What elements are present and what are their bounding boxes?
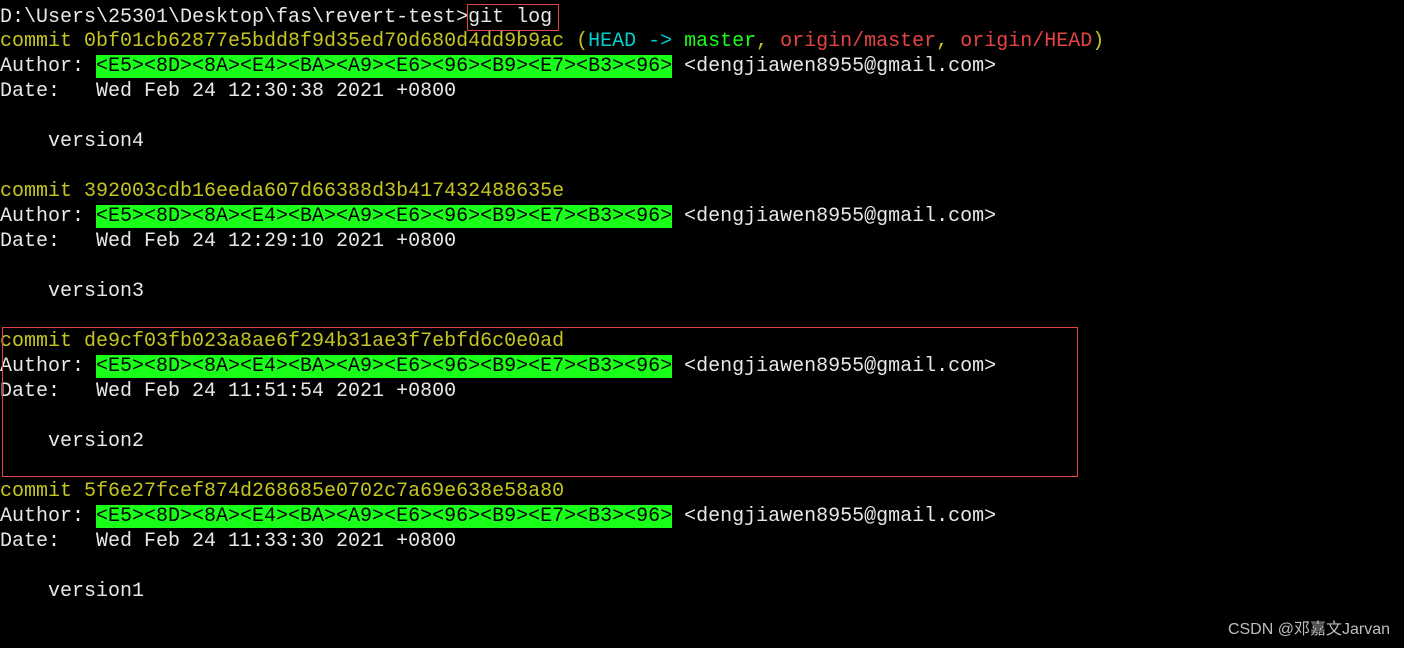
author-label: Author: [0, 505, 96, 528]
command-text: git log [468, 6, 552, 29]
refs-close: ) [1092, 30, 1104, 53]
blank-line [0, 254, 1404, 279]
author-label: Author: [0, 205, 96, 228]
commit-hash: de9cf03fb023a8ae6f294b31ae3f7ebfd6c0e0ad [84, 330, 564, 353]
blank-line [0, 104, 1404, 129]
refs-open: ( [564, 30, 588, 53]
commit-message: version4 [48, 130, 144, 153]
prompt-line: D:\Users\25301\Desktop\fas\revert-test>g… [0, 4, 1404, 29]
commit-line: commit 0bf01cb62877e5bdd8f9d35ed70d680d4… [0, 29, 1404, 54]
commit-label: commit [0, 180, 84, 203]
ref-origin-master: origin/master [780, 30, 936, 53]
blank-line [0, 454, 1404, 479]
commit-hash: 0bf01cb62877e5bdd8f9d35ed70d680d4dd9b9ac [84, 30, 564, 53]
author-line: Author: <E5><8D><8A><E4><BA><A9><E6><96>… [0, 354, 1404, 379]
date-line: Date: Wed Feb 24 11:33:30 2021 +0800 [0, 529, 1404, 554]
commit-date: Wed Feb 24 12:30:38 2021 +0800 [96, 80, 456, 103]
commit-hash: 5f6e27fcef874d268685e0702c7a69e638e58a80 [84, 480, 564, 503]
commit-line: commit 5f6e27fcef874d268685e0702c7a69e63… [0, 479, 1404, 504]
commit-date: Wed Feb 24 11:51:54 2021 +0800 [96, 380, 456, 403]
commit-hash: 392003cdb16eeda607d66388d3b417432488635e [84, 180, 564, 203]
commit-date: Wed Feb 24 12:29:10 2021 +0800 [96, 230, 456, 253]
commit-date: Wed Feb 24 11:33:30 2021 +0800 [96, 530, 456, 553]
commit-message-line: version4 [0, 129, 1404, 154]
date-label: Date: [0, 530, 96, 553]
author-email: <dengjiawen8955@gmail.com> [672, 505, 996, 528]
date-line: Date: Wed Feb 24 11:51:54 2021 +0800 [0, 379, 1404, 404]
author-label: Author: [0, 355, 96, 378]
commit-label: commit [0, 480, 84, 503]
commit-message-line: version3 [0, 279, 1404, 304]
author-encoded: <E5><8D><8A><E4><BA><A9><E6><96><B9><E7>… [96, 355, 672, 378]
head-arrow: HEAD -> [588, 30, 684, 53]
commit-line: commit de9cf03fb023a8ae6f294b31ae3f7ebfd… [0, 329, 1404, 354]
author-email: <dengjiawen8955@gmail.com> [672, 355, 996, 378]
date-line: Date: Wed Feb 24 12:29:10 2021 +0800 [0, 229, 1404, 254]
author-encoded: <E5><8D><8A><E4><BA><A9><E6><96><B9><E7>… [96, 205, 672, 228]
commit-message-line: version2 [0, 429, 1404, 454]
commit-line: commit 392003cdb16eeda607d66388d3b417432… [0, 179, 1404, 204]
date-line: Date: Wed Feb 24 12:30:38 2021 +0800 [0, 79, 1404, 104]
date-label: Date: [0, 230, 96, 253]
author-line: Author: <E5><8D><8A><E4><BA><A9><E6><96>… [0, 54, 1404, 79]
terminal-output[interactable]: D:\Users\25301\Desktop\fas\revert-test>g… [0, 4, 1404, 604]
commit-message: version3 [48, 280, 144, 303]
author-email: <dengjiawen8955@gmail.com> [672, 55, 996, 78]
author-email: <dengjiawen8955@gmail.com> [672, 205, 996, 228]
author-label: Author: [0, 55, 96, 78]
prompt-path: D:\Users\25301\Desktop\fas\revert-test> [0, 6, 468, 29]
commit-message-line: version1 [0, 579, 1404, 604]
author-encoded: <E5><8D><8A><E4><BA><A9><E6><96><B9><E7>… [96, 505, 672, 528]
date-label: Date: [0, 80, 96, 103]
sep: , [756, 30, 780, 53]
date-label: Date: [0, 380, 96, 403]
blank-line [0, 304, 1404, 329]
author-line: Author: <E5><8D><8A><E4><BA><A9><E6><96>… [0, 504, 1404, 529]
author-line: Author: <E5><8D><8A><E4><BA><A9><E6><96>… [0, 204, 1404, 229]
commit-message: version2 [48, 430, 144, 453]
blank-line [0, 154, 1404, 179]
commit-label: commit [0, 30, 84, 53]
sep: , [936, 30, 960, 53]
blank-line [0, 554, 1404, 579]
commit-label: commit [0, 330, 84, 353]
ref-origin-head: origin/HEAD [960, 30, 1092, 53]
blank-line [0, 404, 1404, 429]
watermark-text: CSDN @邓嘉文Jarvan [1228, 617, 1390, 642]
commit-message: version1 [48, 580, 144, 603]
ref-master: master [684, 30, 756, 53]
author-encoded: <E5><8D><8A><E4><BA><A9><E6><96><B9><E7>… [96, 55, 672, 78]
